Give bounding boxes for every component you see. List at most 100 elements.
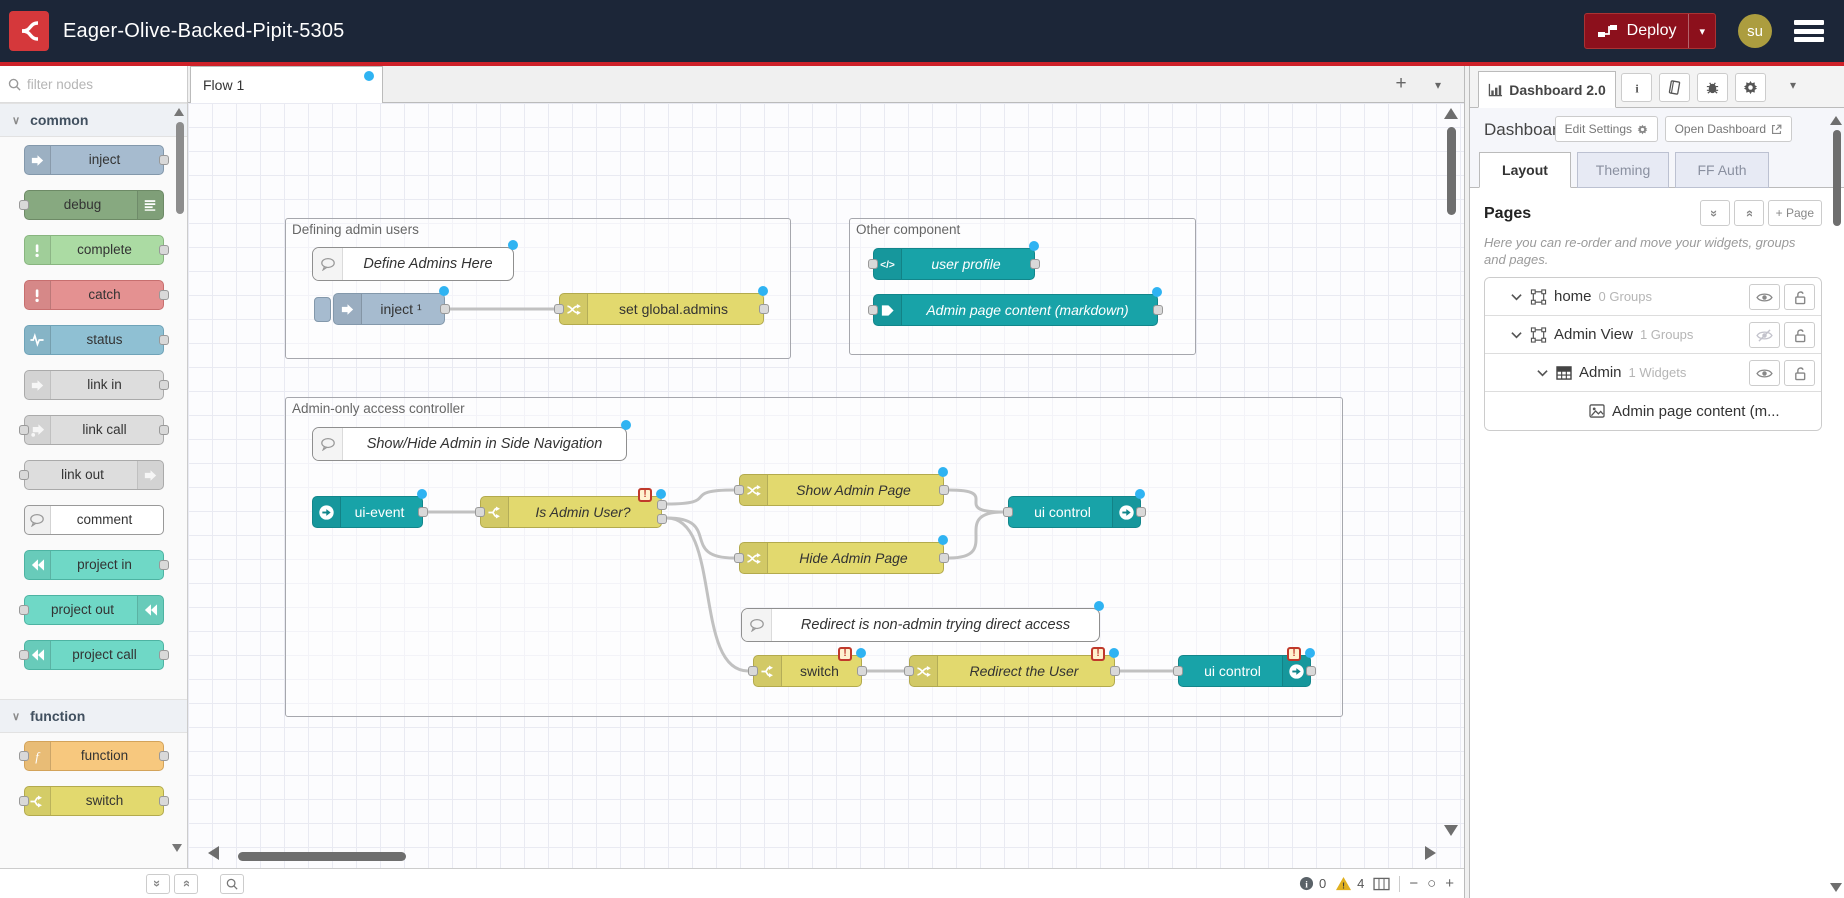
chevron-down-icon[interactable] [1537,369,1548,377]
input-port[interactable] [904,666,914,676]
input-port[interactable] [734,485,744,495]
navigator-icon[interactable] [1373,877,1390,891]
input-port[interactable] [868,305,878,315]
warning-count-icon[interactable]: ! [1335,876,1352,891]
visibility-toggle-button[interactable] [1749,284,1780,310]
output-port[interactable] [1030,259,1040,269]
node-comment-define[interactable]: Define Admins Here [312,247,514,281]
add-page-button[interactable]: + Page [1768,200,1822,226]
chevron-down-icon[interactable] [1511,293,1522,301]
output-port[interactable] [1306,666,1316,676]
node-is-admin[interactable]: Is Admin User?! [480,496,662,528]
output-port[interactable] [440,304,450,314]
flow-list-button[interactable]: ▾ [1426,73,1450,97]
sidebar-scrollbar[interactable] [1833,130,1841,226]
input-port[interactable] [748,666,758,676]
inject-button[interactable] [314,297,331,322]
tab-ff-auth[interactable]: FF Auth [1675,152,1769,188]
palette-node-project-call[interactable]: project call [24,640,164,670]
node-redirect-user[interactable]: Redirect the User! [909,655,1115,687]
node-ui-control-1[interactable]: ui control [1008,496,1141,528]
group-defining-admin-users[interactable]: Defining admin users [285,218,791,359]
lock-toggle-button[interactable] [1784,322,1815,348]
tab-layout[interactable]: Layout [1479,152,1571,188]
canvas-scroll-left[interactable] [208,846,219,860]
output-port[interactable] [159,751,169,761]
output-port[interactable] [759,304,769,314]
palette-node-link-out[interactable]: link out [24,460,164,490]
output-port[interactable] [159,380,169,390]
input-port[interactable] [868,259,878,269]
lock-toggle-button[interactable] [1784,360,1815,386]
canvas-horizontal-scrollbar[interactable] [238,852,406,861]
palette-category-common[interactable]: ∨common [0,103,187,137]
palette-node-link-in[interactable]: link in [24,370,164,400]
input-port[interactable] [1173,666,1183,676]
input-port[interactable] [19,605,29,615]
output-port[interactable] [1153,305,1163,315]
palette-node-comment[interactable]: comment [24,505,164,535]
palette-node-catch[interactable]: catch [24,280,164,310]
output-port[interactable] [1136,507,1146,517]
canvas-scroll-up[interactable] [1444,108,1458,119]
input-port[interactable] [554,304,564,314]
open-dashboard-button[interactable]: Open Dashboard [1665,116,1792,142]
output-port[interactable] [159,425,169,435]
output-port[interactable] [1110,666,1120,676]
output-port[interactable] [159,650,169,660]
lock-toggle-button[interactable] [1784,284,1815,310]
node-show-admin[interactable]: Show Admin Page [739,474,944,506]
canvas-scroll-down[interactable] [1444,825,1458,836]
zoom-reset-button[interactable]: ○ [1427,876,1436,892]
palette-node-link-call[interactable]: link call [24,415,164,445]
output-port-2[interactable] [657,514,667,524]
zoom-in-button[interactable]: + [1445,876,1454,892]
output-port[interactable] [159,245,169,255]
node-inject1[interactable]: inject ¹ [333,293,445,325]
visibility-toggle-button[interactable] [1749,360,1780,386]
tab-dashboard-2[interactable]: Dashboard 2.0 [1478,71,1616,108]
input-port[interactable] [19,751,29,761]
sidebar-scroll-up[interactable] [1830,116,1842,125]
group-other-component[interactable]: Other component [849,218,1196,355]
flow-canvas[interactable]: Defining admin users Other componentAdmin… [188,103,1464,868]
node-comment-redirect[interactable]: Redirect is non-admin trying direct acce… [741,608,1100,642]
widget-row-admin-page-content-m[interactable]: Admin page content (m... [1485,392,1821,430]
page-row-home[interactable]: home0 Groups [1485,278,1821,316]
input-port[interactable] [1003,507,1013,517]
node-ui-event[interactable]: ui-event [312,496,423,528]
node-switch1[interactable]: switch! [753,655,862,687]
collapse-all-pages-button[interactable]: » [1700,200,1730,226]
output-port[interactable] [857,666,867,676]
node-admin-content[interactable]: Admin page content (markdown) [873,294,1158,326]
debug-sidebar-button[interactable] [1697,73,1728,102]
config-nodes-button[interactable] [1735,73,1766,102]
edit-settings-button[interactable]: Edit Settings [1555,116,1658,142]
tab-flow-1[interactable]: Flow 1 [190,66,383,103]
output-port-1[interactable] [657,500,667,510]
canvas-vertical-scrollbar[interactable] [1447,127,1456,215]
palette-node-complete[interactable]: complete [24,235,164,265]
output-port[interactable] [159,290,169,300]
tab-theming[interactable]: Theming [1577,152,1669,188]
output-port[interactable] [159,335,169,345]
deploy-options-caret[interactable]: ▾ [1688,14,1715,48]
page-row-admin[interactable]: Admin1 Widgets [1485,354,1821,392]
search-flows-button[interactable] [220,874,244,894]
palette-node-project-in[interactable]: project in [24,550,164,580]
add-flow-button[interactable]: + [1388,73,1414,97]
info-sidebar-button[interactable]: i [1621,73,1652,102]
node-user-profile[interactable]: </>user profile [873,248,1035,280]
input-port[interactable] [475,507,485,517]
palette-node-status[interactable]: status [24,325,164,355]
input-port[interactable] [19,796,29,806]
main-menu-button[interactable] [1794,20,1824,42]
palette-scroll-up[interactable] [174,108,184,116]
user-avatar[interactable]: su [1738,14,1772,48]
output-port[interactable] [159,155,169,165]
output-port[interactable] [159,796,169,806]
input-port[interactable] [19,470,29,480]
page-row-admin-view[interactable]: Admin View1 Groups [1485,316,1821,354]
output-port[interactable] [939,553,949,563]
palette-scroll-down[interactable] [172,844,182,852]
